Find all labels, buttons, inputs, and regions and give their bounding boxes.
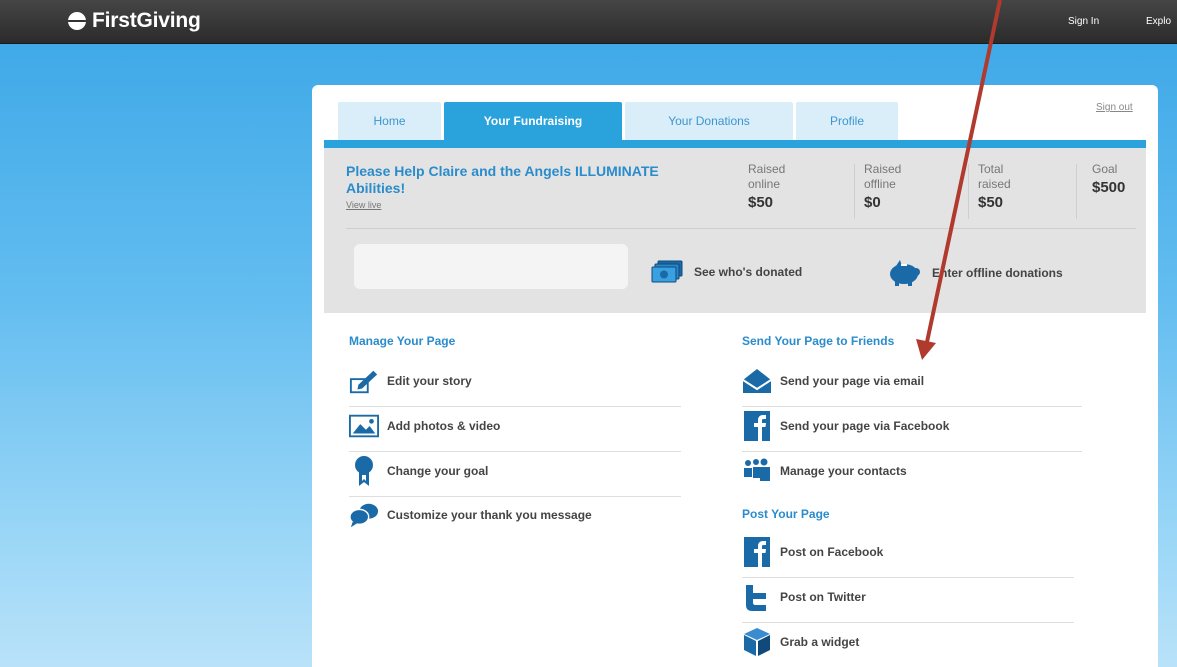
send-via-facebook-link[interactable]: Send your page via Facebook	[742, 411, 949, 441]
stat-label: Goal	[1092, 162, 1118, 176]
tab-your-donations[interactable]: Your Donations	[625, 102, 793, 140]
add-photos-video-link[interactable]: Add photos & video	[349, 411, 500, 441]
main-card: Home Your Fundraising Your Donations Pro…	[312, 85, 1158, 667]
divider	[349, 406, 681, 407]
post-on-facebook-label: Post on Facebook	[780, 545, 884, 559]
change-your-goal-label: Change your goal	[387, 464, 489, 478]
sign-in-link[interactable]: Sign In	[1068, 16, 1099, 27]
tab-your-fundraising[interactable]: Your Fundraising	[444, 102, 622, 140]
sign-out-link[interactable]: Sign out	[1096, 102, 1133, 113]
stat-label: Raised online	[748, 162, 786, 191]
campaign-summary-panel: Please Help Claire and the Angels ILLUMI…	[324, 148, 1146, 313]
envelope-icon	[742, 366, 772, 396]
customize-thank-you-label: Customize your thank you message	[387, 508, 592, 522]
post-on-twitter-link[interactable]: Post on Twitter	[742, 582, 866, 612]
add-photos-video-label: Add photos & video	[387, 419, 501, 433]
share-url-box[interactable]	[354, 244, 628, 289]
see-who-donated-label: See who's donated	[694, 265, 803, 279]
stat-value: $50	[748, 194, 774, 211]
panel-divider	[346, 228, 1136, 229]
money-icon	[650, 260, 684, 284]
edit-your-story-link[interactable]: Edit your story	[349, 366, 472, 396]
grab-a-widget-link[interactable]: Grab a widget	[742, 627, 859, 657]
campaign-title[interactable]: Please Help Claire and the Angels ILLUMI…	[346, 163, 676, 197]
stat-raised-online: Raised online $50	[748, 162, 808, 210]
tab-home[interactable]: Home	[338, 102, 441, 140]
divider	[742, 622, 1074, 623]
divider	[742, 406, 1082, 407]
stat-divider	[968, 164, 969, 219]
stat-value: $50	[978, 194, 1004, 211]
photo-icon	[349, 411, 379, 441]
firstgiving-logo[interactable]: FirstGiving	[68, 8, 201, 34]
post-on-facebook-link[interactable]: Post on Facebook	[742, 537, 883, 567]
stat-value: $0	[864, 194, 881, 211]
stat-goal: Goal $500	[1092, 162, 1144, 195]
speech-bubbles-icon	[349, 500, 379, 530]
stat-label: Total raised	[978, 162, 1011, 191]
tab-underline	[324, 140, 1146, 148]
stat-label: Raised offline	[864, 162, 902, 191]
grab-a-widget-label: Grab a widget	[780, 635, 860, 649]
divider	[349, 496, 681, 497]
send-via-email-link[interactable]: Send your page via email	[742, 366, 924, 396]
facebook-icon	[742, 537, 772, 567]
piggy-bank-icon	[886, 260, 922, 286]
tab-bar: Home Your Fundraising Your Donations Pro…	[338, 102, 901, 140]
ribbon-icon	[349, 456, 379, 486]
facebook-icon	[742, 411, 772, 441]
contacts-icon	[742, 456, 772, 486]
box-icon	[742, 627, 772, 657]
edit-your-story-label: Edit your story	[387, 374, 472, 388]
customize-thank-you-link[interactable]: Customize your thank you message	[349, 500, 592, 530]
divider	[742, 577, 1074, 578]
logo-icon	[68, 12, 86, 30]
stat-value: $500	[1092, 179, 1126, 196]
divider	[742, 451, 1082, 452]
enter-offline-donations-label: Enter offline donations	[932, 266, 1063, 280]
see-who-donated-link[interactable]: See who's donated	[650, 260, 802, 284]
send-your-page-heading: Send Your Page to Friends	[742, 334, 895, 348]
top-bar: FirstGiving Sign In Explo	[0, 0, 1177, 44]
send-via-email-label: Send your page via email	[780, 374, 925, 388]
change-your-goal-link[interactable]: Change your goal	[349, 456, 488, 486]
pencil-icon	[349, 366, 379, 396]
manage-contacts-label: Manage your contacts	[780, 464, 907, 478]
view-live-link[interactable]: View live	[346, 200, 381, 210]
stat-raised-offline: Raised offline $0	[864, 162, 924, 210]
stat-total-raised: Total raised $50	[978, 162, 1030, 210]
tab-profile[interactable]: Profile	[796, 102, 898, 140]
divider	[349, 451, 681, 452]
manage-your-page-heading: Manage Your Page	[349, 334, 456, 348]
post-on-twitter-label: Post on Twitter	[780, 590, 866, 604]
post-your-page-heading: Post Your Page	[742, 507, 830, 521]
enter-offline-donations-link[interactable]: Enter offline donations	[886, 260, 1063, 286]
stat-divider	[854, 164, 855, 219]
manage-contacts-link[interactable]: Manage your contacts	[742, 456, 907, 486]
stat-divider	[1076, 164, 1077, 219]
send-via-facebook-label: Send your page via Facebook	[780, 419, 950, 433]
logo-text: FirstGiving	[92, 9, 201, 32]
twitter-icon	[742, 582, 772, 612]
explore-link[interactable]: Explo	[1146, 16, 1171, 27]
